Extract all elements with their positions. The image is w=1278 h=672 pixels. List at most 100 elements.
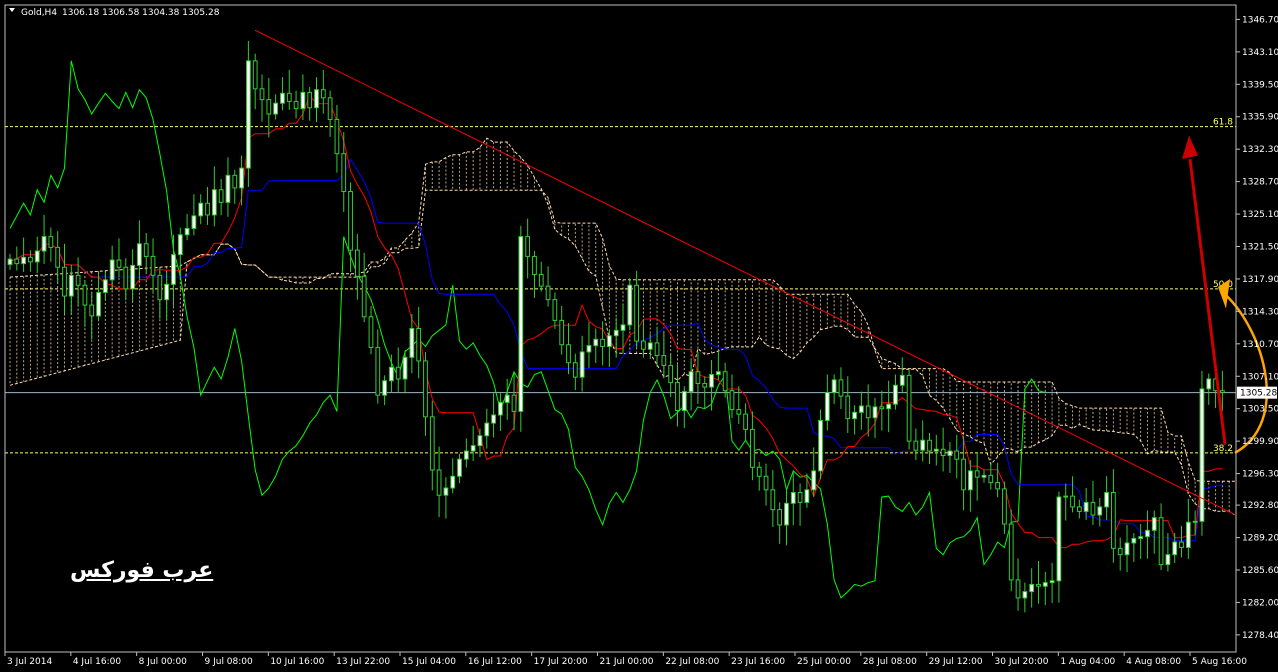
- candle-body: [511, 394, 517, 412]
- candle-body: [286, 92, 292, 102]
- candle-body: [988, 474, 994, 484]
- candle-body: [566, 344, 571, 364]
- candle-body: [416, 328, 422, 362]
- candle-body: [96, 291, 101, 317]
- candle-body: [865, 405, 871, 419]
- y-tick-label: 1282.00: [1242, 598, 1278, 608]
- candle-body: [545, 285, 551, 301]
- candle-body: [14, 258, 20, 265]
- watermark-logo: عرب فوركس: [70, 558, 214, 583]
- candle-body: [259, 88, 265, 101]
- candle-body: [48, 236, 54, 248]
- candle-body: [1165, 554, 1171, 566]
- candle-body: [75, 274, 81, 286]
- candle-body: [1063, 495, 1069, 498]
- candle-body: [1117, 547, 1123, 556]
- candle-body: [327, 97, 333, 120]
- candle-body: [171, 254, 176, 285]
- y-tick-label: 1328.70: [1242, 178, 1278, 188]
- candle-body: [1090, 501, 1096, 516]
- candle-body: [143, 243, 149, 257]
- candle-body: [429, 416, 435, 471]
- candle-body: [246, 60, 251, 169]
- candle-body: [1111, 492, 1116, 549]
- candle-body: [82, 284, 88, 306]
- candle-body: [123, 266, 129, 290]
- candle-body: [1220, 390, 1225, 393]
- candle-body: [7, 258, 13, 266]
- candle-body: [402, 356, 408, 380]
- x-tick-label: 4 Aug 08:00: [1126, 657, 1181, 667]
- candle-body: [368, 316, 374, 348]
- candle-body: [457, 458, 462, 477]
- candle-body: [164, 283, 170, 301]
- y-tick-label: 1292.80: [1242, 501, 1278, 511]
- candle-body: [89, 304, 95, 317]
- candle-body: [382, 380, 387, 396]
- candle-body: [654, 342, 660, 357]
- x-tick-label: 5 Aug 16:00: [1192, 657, 1247, 667]
- candle-body: [280, 92, 285, 104]
- y-tick-label: 1285.60: [1242, 566, 1278, 576]
- candle-body: [695, 371, 701, 384]
- x-tick-label: 29 Jul 12:00: [929, 657, 983, 667]
- candle-body: [927, 439, 932, 452]
- x-tick-label: 21 Jul 00:00: [600, 657, 654, 667]
- candle-body: [579, 351, 585, 378]
- candle-body: [184, 227, 190, 236]
- candle-body: [34, 250, 40, 263]
- candle-body: [600, 338, 605, 348]
- candle-body: [627, 284, 633, 326]
- candle-body: [307, 91, 313, 109]
- x-tick-label: 8 Jul 00:00: [139, 657, 188, 667]
- candle-body: [872, 406, 878, 419]
- candle-body: [320, 89, 326, 99]
- candle-body: [634, 284, 639, 342]
- candle-body: [1008, 523, 1014, 581]
- candle-body: [102, 279, 108, 293]
- candle-body: [484, 422, 490, 437]
- ohlc-readout: 1306.18 1306.58 1304.38 1305.28: [62, 8, 220, 18]
- symbol-label: Gold,H4: [21, 8, 57, 18]
- candle-body: [130, 264, 135, 290]
- y-tick-label: 1307.10: [1242, 372, 1278, 382]
- candle-body: [607, 335, 612, 348]
- candle-body: [491, 414, 496, 424]
- candle-body: [348, 191, 353, 251]
- y-tick-label: 1310.70: [1242, 340, 1278, 350]
- y-tick-label: 1332.30: [1242, 145, 1278, 155]
- candle-body: [218, 189, 224, 203]
- y-tick-label: 1346.70: [1242, 15, 1278, 25]
- candle-body: [109, 259, 115, 281]
- candle-body: [1172, 541, 1178, 556]
- candle-body: [702, 382, 708, 388]
- fib-level-label: 61.8: [1213, 118, 1233, 128]
- y-tick-label: 1317.90: [1242, 275, 1278, 285]
- candle-body: [1036, 583, 1041, 587]
- x-tick-label: 23 Jul 16:00: [731, 657, 785, 667]
- y-tick-label: 1278.40: [1242, 631, 1278, 641]
- candle-body: [572, 362, 578, 378]
- candle-body: [729, 390, 735, 411]
- candle-body: [797, 492, 803, 503]
- y-tick-label: 1296.30: [1242, 470, 1278, 480]
- candle-body: [675, 382, 680, 412]
- candle-body: [239, 167, 244, 189]
- candle-body: [423, 360, 428, 418]
- y-tick-label: 1289.20: [1242, 534, 1278, 544]
- candle-body: [961, 458, 966, 491]
- candle-body: [947, 450, 953, 457]
- candle-body: [150, 255, 156, 276]
- candle-body: [211, 189, 217, 216]
- candle-body: [21, 256, 26, 265]
- candle-body: [967, 470, 973, 491]
- candle-body: [1049, 580, 1055, 584]
- candle-body: [620, 324, 626, 331]
- candle-body: [252, 60, 258, 90]
- candle-body: [1206, 378, 1212, 390]
- y-tick-label: 1335.90: [1242, 113, 1278, 123]
- candle-body: [538, 273, 544, 287]
- candle-body: [1185, 521, 1191, 548]
- candle-body: [116, 259, 122, 268]
- candle-body: [1158, 517, 1164, 566]
